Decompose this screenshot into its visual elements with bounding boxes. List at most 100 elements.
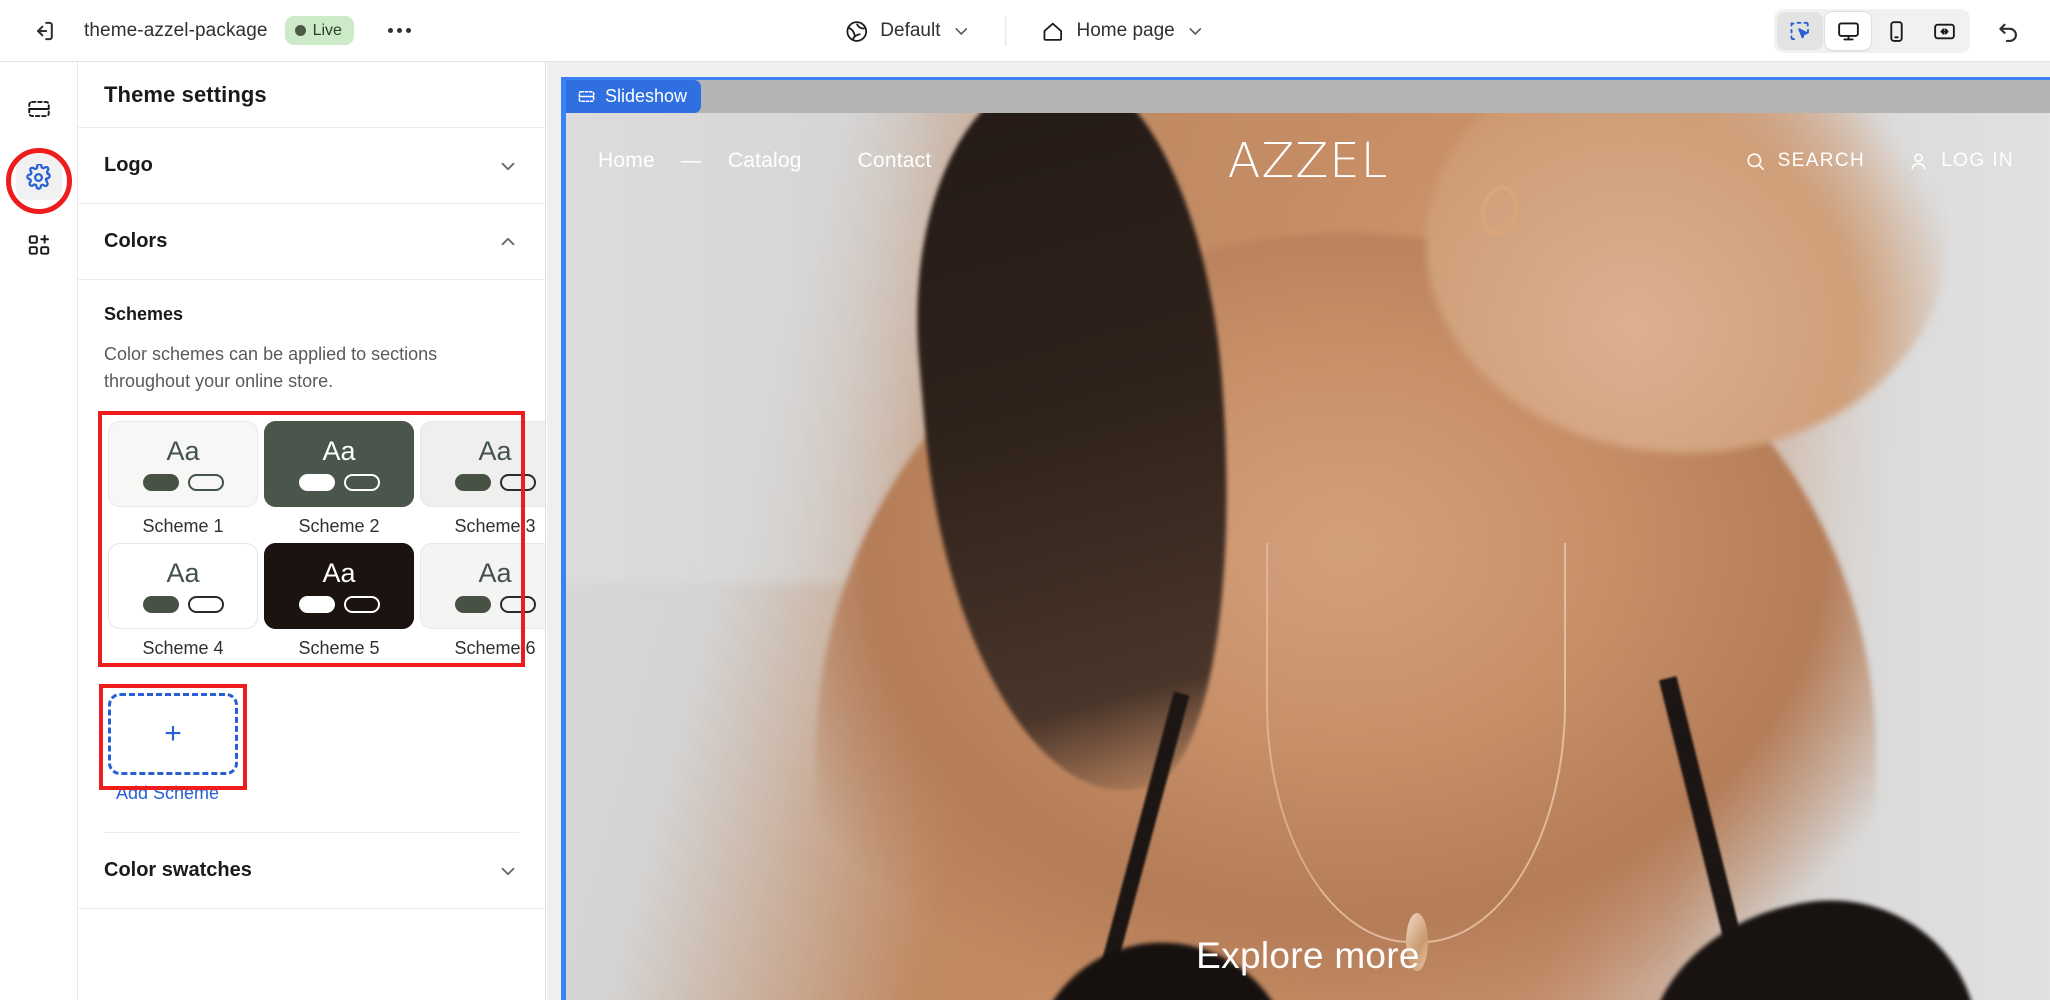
scheme-card[interactable]: Aa Scheme 5 (264, 543, 414, 659)
scheme-name-label: Scheme 4 (142, 638, 224, 658)
scheme-card[interactable]: Aa Scheme 4 (108, 543, 258, 659)
plus-icon: + (164, 717, 182, 750)
scheme-pill-outline (343, 473, 380, 491)
hero-caption: Explore more (1196, 935, 1420, 976)
schemes-description: Color schemes can be applied to sections… (104, 344, 438, 391)
locale-selector[interactable]: Default (832, 12, 983, 51)
status-dot-icon (294, 25, 306, 36)
nav-link-contact[interactable]: Contact (858, 149, 932, 173)
scheme-pill-outline (343, 595, 380, 613)
scheme-card[interactable]: Aa Scheme 1 (108, 421, 258, 537)
section-block-icon (577, 87, 596, 106)
theme-settings-gear-icon (25, 163, 52, 191)
panel-header: Theme settings (78, 62, 545, 128)
store-preview-area: Slideshow Home — Catalog Contact AZZEL S… (547, 62, 2050, 1000)
storefront-nav: Home — Catalog Contact (598, 149, 931, 173)
page-value: Home page (1076, 20, 1175, 41)
storefront-actions: SEARCH LOG IN (1744, 150, 2014, 173)
more-options-button[interactable] (380, 13, 420, 49)
colors-section-body: Schemes Color schemes can be applied to … (78, 280, 545, 833)
inspector-tool-button[interactable] (1777, 12, 1823, 50)
section-badge-slideshow[interactable]: Slideshow (566, 80, 702, 113)
scheme-button-preview (142, 595, 224, 613)
accordion-logo[interactable]: Logo (78, 128, 545, 204)
scheme-swatch[interactable]: Aa (108, 543, 258, 629)
sections-icon (26, 96, 52, 122)
scheme-sample-text: Aa (478, 435, 512, 466)
preview-frame: Slideshow Home — Catalog Contact AZZEL S… (561, 77, 2050, 1000)
scheme-pill-solid (454, 473, 491, 491)
store-logo[interactable]: AZZEL (1228, 133, 1389, 189)
sidebar-item-apps[interactable] (16, 222, 62, 268)
scheme-card[interactable]: Aa Scheme 3 (420, 421, 545, 537)
search-icon (1744, 150, 1767, 173)
search-button[interactable]: SEARCH (1744, 150, 1866, 173)
login-button[interactable]: LOG IN (1907, 150, 2014, 173)
schemes-grid: Aa Scheme 1 Aa Scheme 2 Aa Scheme 3 Aa Scheme 4… (108, 421, 545, 659)
scheme-name-label: Scheme 3 (454, 516, 536, 536)
topbar-divider (1005, 16, 1007, 46)
add-scheme-button[interactable]: + (108, 693, 238, 775)
exit-arrow-icon (31, 18, 57, 44)
page-selector[interactable]: Home page (1028, 12, 1217, 51)
scheme-button-preview (142, 473, 224, 491)
status-badge: Live (284, 16, 354, 45)
scheme-swatch[interactable]: Aa (420, 421, 545, 507)
theme-name-label: theme-azzel-package (84, 19, 268, 41)
topbar-right-controls (1774, 0, 2030, 62)
mobile-icon (1884, 19, 1909, 44)
scheme-sample-text: Aa (322, 435, 356, 466)
scheme-swatch[interactable]: Aa (108, 421, 258, 507)
scheme-pill-outline (499, 473, 536, 491)
nav-link-home[interactable]: Home (598, 149, 655, 173)
scheme-pill-outline (499, 595, 536, 613)
accordion-color-swatches[interactable]: Color swatches (78, 833, 545, 909)
device-toggle-group (1774, 9, 1970, 53)
scheme-pill-solid (454, 595, 491, 613)
sidebar-item-sections[interactable] (16, 86, 62, 132)
scheme-card[interactable]: Aa Scheme 2 (264, 421, 414, 537)
undo-arrow-icon (1995, 18, 2022, 45)
scheme-sample-text: Aa (478, 557, 512, 588)
scheme-button-preview (454, 473, 536, 491)
scheme-pill-outline (187, 595, 224, 613)
scheme-swatch[interactable]: Aa (264, 543, 414, 629)
scheme-name-label: Scheme 1 (142, 516, 224, 536)
undo-button[interactable] (1986, 11, 2030, 51)
exit-editor-button[interactable] (22, 9, 66, 53)
scheme-button-preview (454, 595, 536, 613)
scheme-pill-solid (298, 473, 335, 491)
chevron-up-icon (497, 231, 519, 253)
schemes-grid-wrapper: Aa Scheme 1 Aa Scheme 2 Aa Scheme 3 Aa Scheme 4… (98, 411, 545, 667)
accordion-logo-label: Logo (104, 154, 153, 176)
topbar-center-controls: Default Home page (832, 0, 1217, 62)
storefront-header: Home — Catalog Contact AZZEL SEARCH LOG … (566, 113, 2050, 209)
chevron-down-icon (497, 155, 519, 177)
chevron-down-icon (1186, 21, 1206, 41)
editor-icon-rail (0, 62, 78, 1000)
sidebar-item-theme-settings[interactable] (15, 154, 62, 200)
schemes-title: Schemes (104, 304, 184, 324)
section-badge-label: Slideshow (605, 86, 688, 106)
chevron-down-icon (497, 860, 519, 882)
mobile-view-button[interactable] (1873, 12, 1919, 50)
login-label: LOG IN (1941, 150, 2014, 171)
scheme-swatch[interactable]: Aa (264, 421, 414, 507)
scheme-button-preview (298, 595, 380, 613)
scheme-sample-text: Aa (166, 557, 200, 588)
scheme-card[interactable]: Aa Scheme 6 (420, 543, 545, 659)
page-title: Theme settings (104, 81, 267, 107)
user-icon (1907, 150, 1930, 173)
accordion-colors[interactable]: Colors (78, 204, 545, 280)
scheme-swatch[interactable]: Aa (420, 543, 545, 629)
scheme-pill-solid (142, 473, 179, 491)
add-scheme-label[interactable]: Add Scheme (108, 783, 260, 804)
desktop-view-button[interactable] (1825, 12, 1871, 50)
home-icon (1040, 19, 1065, 44)
nav-link-catalog[interactable]: Catalog (728, 149, 802, 173)
fullscreen-view-button[interactable] (1921, 12, 1967, 50)
chevron-down-icon (951, 21, 971, 41)
expand-horizontal-icon (1932, 19, 1957, 44)
apps-icon (26, 232, 52, 258)
nav-separator: — (680, 149, 702, 172)
